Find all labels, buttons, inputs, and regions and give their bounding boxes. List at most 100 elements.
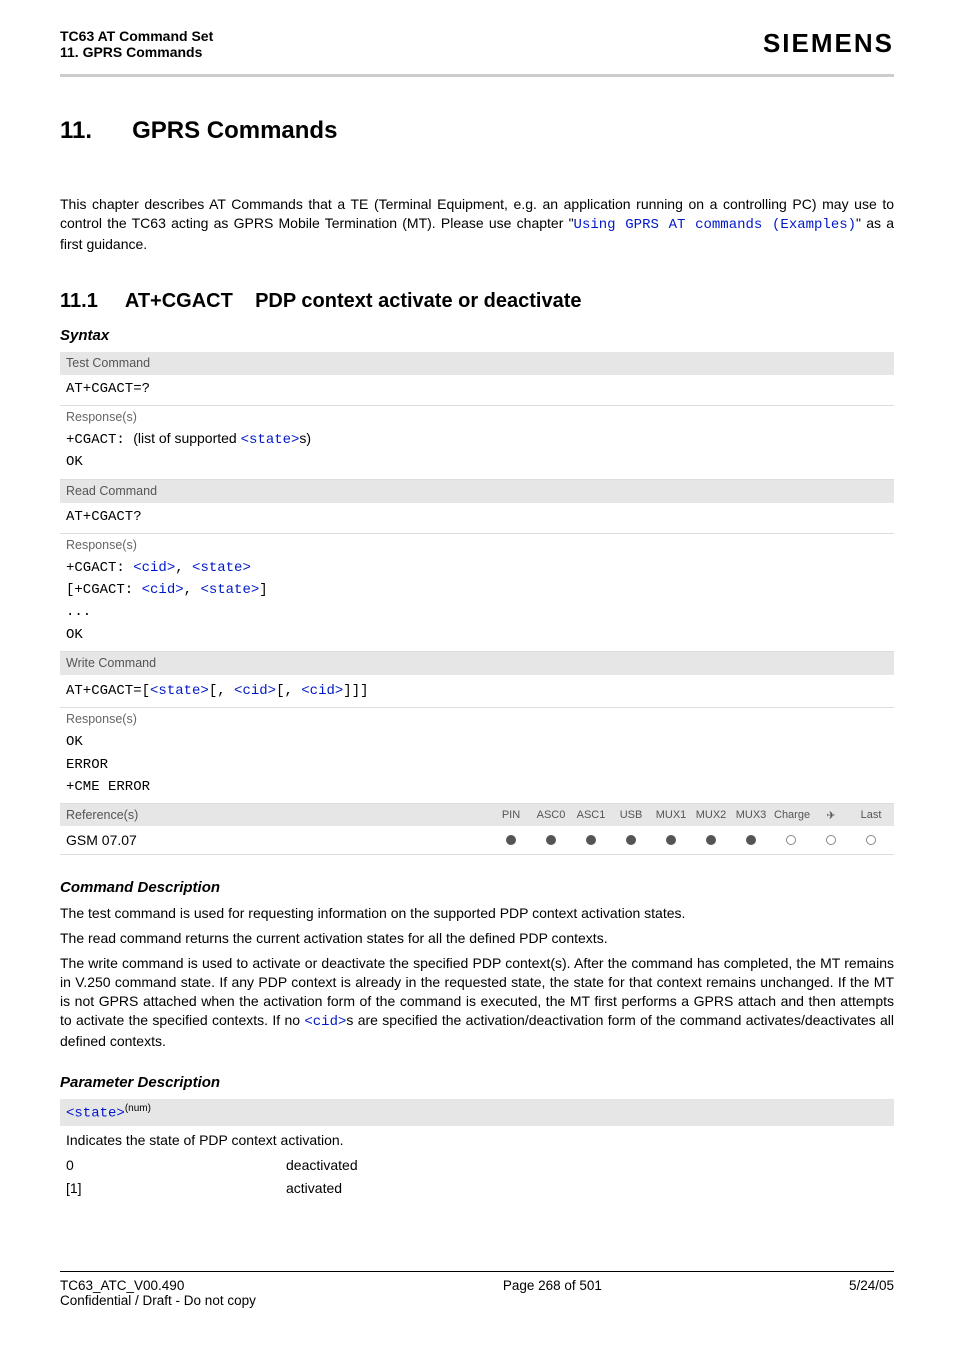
- col-last: Last: [854, 809, 888, 821]
- footer-center: Page 268 of 501: [256, 1278, 849, 1308]
- footer-confidential: Confidential / Draft - Do not copy: [60, 1293, 256, 1308]
- param-state-sup: (num): [125, 1103, 151, 1114]
- syntax-block: Test Command AT+CGACT=? Response(s) +CGA…: [60, 352, 894, 856]
- section-number: 11.1: [60, 290, 98, 312]
- col-airplane-icon: ✈: [814, 809, 848, 822]
- chapter-number: 11.: [60, 117, 92, 144]
- param-state-name[interactable]: <state>: [66, 1106, 125, 1122]
- read-l2-suffix: ]: [259, 582, 267, 598]
- reference-value: GSM 07.07: [66, 832, 494, 848]
- dot-pin: [494, 832, 528, 848]
- write-error: ERROR: [66, 757, 108, 773]
- write-cmd-m2: [,: [276, 683, 301, 699]
- doc-title: TC63 AT Command Set: [60, 28, 213, 44]
- read-response: +CGACT: <cid>, <state> [+CGACT: <cid>, <…: [60, 552, 894, 652]
- test-resp-ok: OK: [66, 454, 83, 470]
- write-response-label: Response(s): [60, 708, 894, 726]
- reference-header: Reference(s) PIN ASC0 ASC1 USB MUX1 MUX2…: [60, 804, 894, 826]
- header-rule: [60, 74, 894, 77]
- chapter-title-text: GPRS Commands: [132, 117, 337, 144]
- param-row-0: 0 deactivated: [66, 1154, 888, 1176]
- write-response: OK ERROR +CME ERROR: [60, 726, 894, 804]
- footer-date: 5/24/05: [849, 1278, 894, 1308]
- page-header: TC63 AT Command Set 11. GPRS Commands SI…: [60, 28, 894, 68]
- read-l1-cid[interactable]: <cid>: [133, 560, 175, 576]
- test-response: +CGACT: (list of supported <state>s) OK: [60, 424, 894, 480]
- reference-body: GSM 07.07: [60, 826, 894, 855]
- read-l1-prefix: +CGACT:: [66, 560, 133, 576]
- col-asc1: ASC1: [574, 809, 608, 821]
- page-footer: TC63_ATC_V00.490 Confidential / Draft - …: [60, 1271, 894, 1308]
- dot-mux3: [734, 832, 768, 848]
- param-val-0: deactivated: [286, 1154, 888, 1176]
- read-l2-state[interactable]: <state>: [200, 582, 259, 598]
- test-command-label: Test Command: [60, 352, 894, 375]
- dot-usb: [614, 832, 648, 848]
- dot-asc0: [534, 832, 568, 848]
- write-cmd-prefix: AT+CGACT=[: [66, 683, 150, 699]
- col-pin: PIN: [494, 809, 528, 821]
- reference-dots: [494, 832, 888, 848]
- read-l2-sep: ,: [184, 582, 201, 598]
- header-left: TC63 AT Command Set 11. GPRS Commands: [60, 28, 213, 60]
- syntax-label: Syntax: [60, 327, 894, 344]
- param-row-1: [1] activated: [66, 1177, 888, 1199]
- read-response-label: Response(s): [60, 534, 894, 552]
- test-command: AT+CGACT=?: [60, 375, 894, 406]
- test-resp-mid: (list of supported: [133, 430, 240, 446]
- section-cmd: AT+CGACT: [125, 290, 233, 312]
- brand-logo: SIEMENS: [763, 28, 894, 59]
- write-command: AT+CGACT=[<state>[, <cid>[, <cid>]]]: [60, 675, 894, 708]
- param-key-0: 0: [66, 1154, 286, 1176]
- read-l1-sep: ,: [175, 560, 192, 576]
- test-response-label: Response(s): [60, 406, 894, 424]
- read-l2-prefix: [+CGACT:: [66, 582, 142, 598]
- cmd-desc-p1: The test command is used for requesting …: [60, 904, 894, 923]
- intro-paragraph: This chapter describes AT Commands that …: [60, 195, 894, 254]
- test-resp-param[interactable]: <state>: [241, 432, 300, 448]
- read-command-label: Read Command: [60, 480, 894, 503]
- param-state-band: <state>(num): [60, 1099, 894, 1126]
- reference-label: Reference(s): [66, 808, 494, 822]
- col-mux2: MUX2: [694, 809, 728, 821]
- write-cme: +CME ERROR: [66, 779, 150, 795]
- param-desc-heading: Parameter Description: [60, 1074, 894, 1091]
- write-cmd-state[interactable]: <state>: [150, 683, 209, 699]
- cmd-desc-p2: The read command returns the current act…: [60, 929, 894, 948]
- footer-left: TC63_ATC_V00.490 Confidential / Draft - …: [60, 1278, 256, 1308]
- intro-link[interactable]: Using GPRS AT commands (Examples): [574, 217, 857, 233]
- col-usb: USB: [614, 809, 648, 821]
- dot-charge: [774, 832, 808, 848]
- reference-columns: PIN ASC0 ASC1 USB MUX1 MUX2 MUX3 Charge …: [494, 809, 888, 822]
- col-asc0: ASC0: [534, 809, 568, 821]
- read-l2-cid[interactable]: <cid>: [142, 582, 184, 598]
- param-val-1: activated: [286, 1177, 888, 1199]
- write-cmd-cid2[interactable]: <cid>: [301, 683, 343, 699]
- param-state-expl: Indicates the state of PDP context activ…: [60, 1126, 894, 1152]
- write-ok: OK: [66, 734, 83, 750]
- read-dots: ...: [66, 604, 91, 620]
- read-command: AT+CGACT?: [60, 503, 894, 534]
- read-ok: OK: [66, 627, 83, 643]
- param-state-table: 0 deactivated [1] activated: [60, 1152, 894, 1201]
- chapter-heading: 11. GPRS Commands: [60, 117, 894, 145]
- col-charge: Charge: [774, 809, 808, 821]
- dot-last: [854, 832, 888, 848]
- dot-asc1: [574, 832, 608, 848]
- dot-airplane: [814, 832, 848, 848]
- write-cmd-suffix: ]]]: [343, 683, 368, 699]
- write-cmd-cid1[interactable]: <cid>: [234, 683, 276, 699]
- section-heading: 11.1 AT+CGACT PDP context activate or de…: [60, 290, 894, 313]
- test-resp-suffix: s): [299, 430, 311, 446]
- section-title-text: PDP context activate or deactivate: [255, 290, 581, 312]
- doc-subtitle: 11. GPRS Commands: [60, 44, 213, 60]
- read-l1-state[interactable]: <state>: [192, 560, 251, 576]
- test-resp-prefix: +CGACT:: [66, 432, 133, 448]
- dot-mux2: [694, 832, 728, 848]
- dot-mux1: [654, 832, 688, 848]
- cmd-desc-cid[interactable]: <cid>: [304, 1014, 346, 1030]
- cmd-desc-p3: The write command is used to activate or…: [60, 954, 894, 1050]
- cmd-desc-heading: Command Description: [60, 879, 894, 896]
- param-key-1: [1]: [66, 1177, 286, 1199]
- write-cmd-m1: [,: [209, 683, 234, 699]
